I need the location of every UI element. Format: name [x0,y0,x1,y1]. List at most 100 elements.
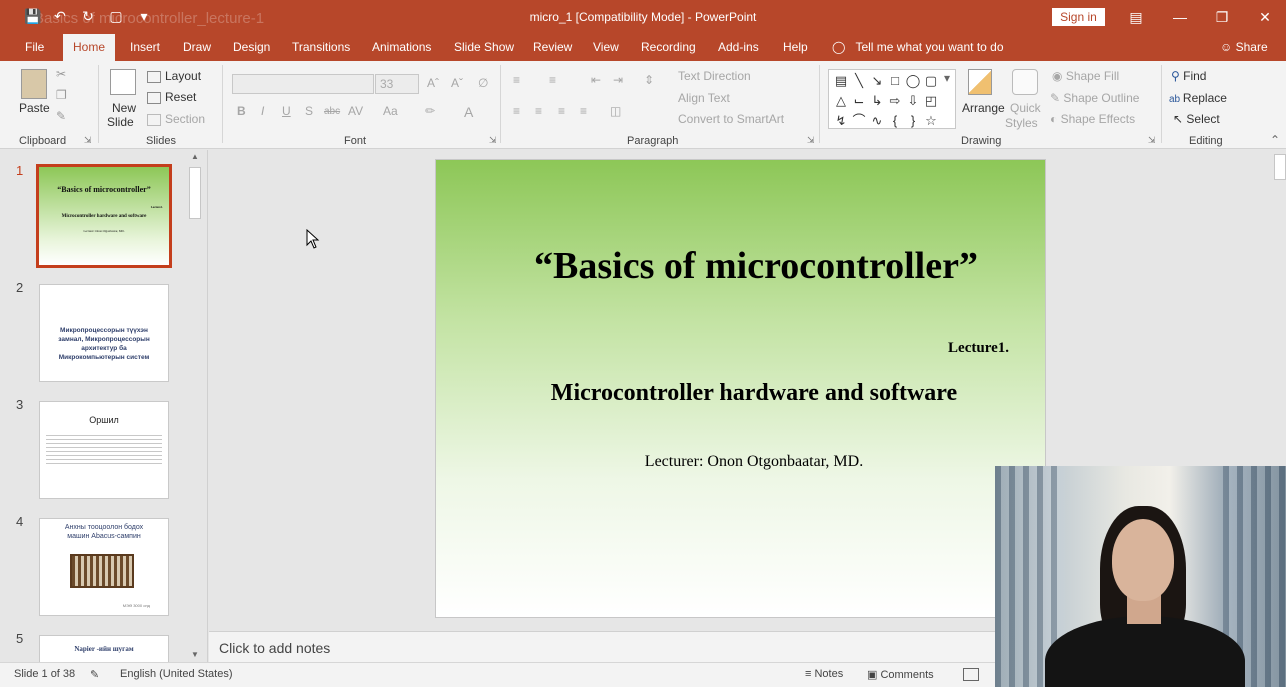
right-brace-shape-icon[interactable]: } [904,111,922,131]
drawing-launcher-icon[interactable]: ⇲ [1148,135,1156,146]
thumbnail-scrollbar[interactable] [188,154,202,662]
cut-icon[interactable]: ✂ [56,67,66,81]
star-shape-icon[interactable]: ☆ [922,111,940,131]
shapes-more-icon[interactable]: ▾ [944,71,950,85]
close-icon[interactable]: ✕ [1255,8,1275,26]
highlight-icon[interactable]: ✏ [425,104,435,118]
new-slide-label-1[interactable]: New [112,101,136,115]
notes-placeholder[interactable]: Click to add notes [219,640,330,656]
line-shape-icon[interactable]: ╲ [850,71,868,91]
arrange-button[interactable]: Arrange [962,101,1005,115]
left-brace-shape-icon[interactable]: { [886,111,904,131]
normal-view-icon[interactable] [963,668,979,681]
current-slide[interactable]: “Basics of microcontroller” Lecture1. Mi… [435,159,1046,618]
tab-animations[interactable]: Animations [372,40,431,54]
bold-button[interactable]: B [237,104,246,118]
slide-lecture-number[interactable]: Lecture1. [948,340,1009,357]
slide-thumbnail-4[interactable]: Анхны тооцоолон бодох машин Abacus-сампи… [39,518,169,616]
align-text-button[interactable]: Align Text [678,91,730,105]
maximize-icon[interactable]: ❐ [1212,8,1232,26]
numbering-icon[interactable]: ≡ [549,73,556,87]
flowchart-shape-icon[interactable]: ◰ [922,91,940,111]
oval-shape-icon[interactable]: ◯ [904,71,922,91]
arrow-line-shape-icon[interactable]: ↘ [868,71,886,91]
elbow-connector-icon[interactable]: ⌙ [850,91,868,111]
font-color-button[interactable]: A [464,104,473,120]
paste-button[interactable]: Paste [19,101,50,115]
convert-smartart-button[interactable]: Convert to SmartArt [678,112,784,126]
notes-pane[interactable]: Click to add notes [209,631,995,662]
right-arrow-shape-icon[interactable]: ⇨ [886,91,904,111]
tab-file[interactable]: File [25,40,44,54]
quick-styles-icon[interactable] [1012,69,1038,95]
tab-recording[interactable]: Recording [641,40,696,54]
shapes-gallery[interactable]: ▤ ╲ ↘ □ ◯ ▢ △ ⌙ ↳ ⇨ ⇩ ◰ ↯ ⌒ ∿ { } ☆ [828,69,956,129]
paste-icon[interactable] [21,69,47,99]
minimize-icon[interactable]: — [1170,8,1190,26]
shape-fill-button[interactable]: ◉ Shape Fill [1052,69,1119,83]
shape-effects-button[interactable]: ◐ Shape Effects [1050,112,1135,126]
slide-thumbnail-2[interactable]: Микропроцессорын түүхэн замнал, Микропро… [39,284,169,382]
textbox-shape-icon[interactable]: ▤ [832,71,850,91]
section-button[interactable]: Section [147,112,205,126]
freeform-shape-icon[interactable]: ∿ [868,111,886,131]
tab-review[interactable]: Review [533,40,572,54]
language-indicator[interactable]: English (United States) [120,668,233,680]
tab-insert[interactable]: Insert [130,40,160,54]
replace-button[interactable]: ab Replace [1169,91,1227,105]
underline-button[interactable]: U [282,104,291,118]
tell-me-box[interactable]: ◯ Tell me what you want to do [832,40,1004,54]
paragraph-launcher-icon[interactable]: ⇲ [807,135,815,146]
triangle-shape-icon[interactable]: △ [832,91,850,111]
slide-thumbnail-1[interactable]: “Basics of microcontroller” Lecture1. Mi… [36,164,172,268]
increase-font-icon[interactable]: Aˆ [427,76,439,90]
tab-draw[interactable]: Draw [183,40,211,54]
tab-transitions[interactable]: Transitions [292,40,350,54]
scroll-down-icon[interactable]: ▼ [191,650,199,659]
format-painter-icon[interactable]: ✎ [56,109,66,123]
quick-styles-label-1[interactable]: Quick [1010,101,1041,115]
rounded-rect-shape-icon[interactable]: ▢ [922,71,940,91]
spelling-check-icon[interactable]: ✎ [90,668,99,681]
line-spacing-icon[interactable]: ⇕ [644,73,654,87]
shape-outline-button[interactable]: ✎ Shape Outline [1050,91,1139,105]
slide-subtitle[interactable]: Microcontroller hardware and software [436,380,1072,407]
tab-slide-show[interactable]: Slide Show [454,40,514,54]
arc-shape-icon[interactable]: ⌒ [850,111,868,131]
tab-help[interactable]: Help [783,40,808,54]
bullets-icon[interactable]: ≡ [513,73,520,87]
align-center-icon[interactable]: ≡ [535,104,542,118]
ribbon-display-options-icon[interactable]: ▤ [1126,8,1146,26]
columns-icon[interactable]: ◫ [610,104,621,118]
collapse-ribbon-icon[interactable]: ⌃ [1270,133,1280,147]
text-shadow-button[interactable]: S [305,104,313,118]
italic-button[interactable]: I [261,104,264,118]
notes-toggle-button[interactable]: ≡ Notes [805,668,843,680]
elbow-arrow-icon[interactable]: ↳ [868,91,886,111]
decrease-indent-icon[interactable]: ⇤ [591,73,601,87]
align-right-icon[interactable]: ≡ [558,104,565,118]
share-button[interactable]: ☺ Share [1220,40,1268,54]
thumbnail-scrollbar-thumb[interactable] [189,167,201,219]
font-name-box[interactable] [232,74,374,94]
curve-shape-icon[interactable]: ↯ [832,111,850,131]
justify-icon[interactable]: ≡ [580,104,587,118]
slide-thumbnail-3[interactable]: Оршил [39,401,169,499]
align-left-icon[interactable]: ≡ [513,104,520,118]
slide-thumbnail-5[interactable]: Napier -ийн шугам [39,635,169,662]
new-slide-icon[interactable] [110,69,136,95]
quick-styles-label-2[interactable]: Styles [1005,116,1038,130]
sign-in-button[interactable]: Sign in [1052,8,1105,26]
clipboard-launcher-icon[interactable]: ⇲ [84,135,92,146]
rectangle-shape-icon[interactable]: □ [886,71,904,91]
reset-button[interactable]: Reset [147,90,196,104]
tab-home[interactable]: Home [63,34,116,61]
find-button[interactable]: ⚲ Find [1171,69,1206,83]
slide-lecturer[interactable]: Lecturer: Onon Otgonbaatar, MD. [436,453,1072,471]
copy-icon[interactable]: ❐ [56,88,67,102]
tab-add-ins[interactable]: Add-ins [718,40,759,54]
tab-design[interactable]: Design [233,40,270,54]
decrease-font-icon[interactable]: Aˇ [451,76,463,90]
tab-view[interactable]: View [593,40,619,54]
font-launcher-icon[interactable]: ⇲ [489,135,497,146]
